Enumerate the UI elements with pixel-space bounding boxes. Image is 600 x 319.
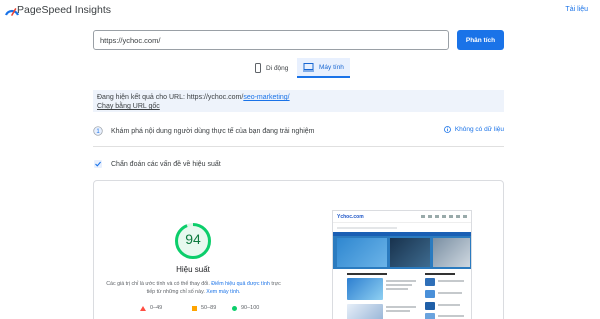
- phone-icon: [255, 63, 261, 73]
- screenshot-text-line: [438, 292, 462, 294]
- top-bar: PageSpeed Insights Tài liệu: [0, 0, 600, 22]
- legend-pass: 90–100: [232, 305, 259, 311]
- screenshot-hero-image: [433, 238, 470, 267]
- screenshot-article-image: [347, 304, 383, 319]
- screenshot-heading: [347, 273, 387, 275]
- triangle-icon: [140, 305, 146, 311]
- diagnostics-section: Chẩn đoán các vấn đề về hiệu suất: [93, 156, 504, 172]
- core-web-vitals-title: Khám phá nội dung người dùng thực tế của…: [111, 127, 315, 135]
- screenshot-text-line: [438, 280, 464, 282]
- circle-icon: [232, 305, 237, 311]
- screenshot-heading: [425, 273, 455, 275]
- screenshot-text-line: [386, 280, 416, 282]
- square-icon: [192, 305, 197, 311]
- screenshot-hero-image: [390, 238, 430, 267]
- screenshot-hero-image: [337, 238, 387, 267]
- url-input[interactable]: [93, 30, 449, 50]
- note-prefix: Các giá trị chỉ là ước tính và có thể th…: [106, 281, 210, 287]
- screenshot-text-line: [386, 288, 408, 290]
- screenshot-header: Ychoc.com: [333, 211, 471, 223]
- core-web-vitals-section: 1 Khám phá nội dung người dùng thực tế c…: [93, 123, 504, 139]
- screenshot-side-image: [425, 290, 435, 298]
- legend-fail: 0–49: [140, 305, 162, 311]
- screenshot-side-image: [425, 302, 435, 310]
- screenshot-article-image: [347, 278, 383, 300]
- screenshot-nav: [421, 215, 467, 218]
- performance-note: Các giá trị chỉ là ước tính và có thể th…: [106, 280, 281, 296]
- analyze-button[interactable]: Phân tích: [457, 30, 504, 50]
- legend-average-label: 50–89: [201, 305, 217, 311]
- view-calculator-link[interactable]: Xem máy tính.: [206, 289, 240, 295]
- screenshot-text-line: [438, 304, 460, 306]
- screenshot-text-line: [386, 310, 410, 312]
- notice-url-link[interactable]: seo-marketing/: [243, 94, 289, 101]
- screenshot-side-image: [425, 313, 435, 319]
- screenshot-side-image: [425, 278, 435, 286]
- legend-average: 50–89: [192, 305, 216, 311]
- tab-mobile-label: Di động: [266, 64, 289, 72]
- screenshot-subnav: [337, 227, 397, 229]
- brand-title[interactable]: PageSpeed Insights: [17, 4, 111, 16]
- screenshot-text-line: [386, 284, 412, 286]
- diagnostics-icon: [93, 159, 103, 169]
- performance-score: 94: [185, 231, 201, 247]
- performance-label: Hiệu suất: [176, 265, 210, 274]
- no-data-link[interactable]: Không có dữ liệu: [443, 126, 504, 133]
- user-experience-icon: 1: [93, 126, 103, 136]
- run-original-url-link[interactable]: Chạy bằng URL gốc: [97, 103, 160, 110]
- diagnostics-title: Chẩn đoán các vấn đề về hiệu suất: [111, 160, 221, 168]
- no-data-label: Không có dữ liệu: [454, 126, 504, 133]
- page-screenshot: Ychoc.com: [332, 210, 472, 319]
- info-icon: [443, 126, 451, 133]
- legend-pass-label: 90–100: [241, 305, 260, 311]
- screenshot-text-line: [386, 306, 416, 308]
- section-divider: [93, 146, 504, 147]
- notice-prefix: Đang hiện kết quả cho URL: https://ychoc…: [97, 94, 244, 101]
- url-notice: Đang hiện kết quả cho URL: https://ychoc…: [93, 90, 504, 112]
- tab-mobile[interactable]: Di động: [249, 58, 294, 78]
- tab-desktop-label: Máy tính: [319, 63, 344, 71]
- screenshot-site-logo: Ychoc.com: [337, 214, 364, 220]
- legend-fail-label: 0–49: [150, 305, 163, 311]
- desktop-icon: [303, 62, 314, 71]
- score-calculation-link[interactable]: Điểm hiệu quả được tính: [211, 281, 270, 287]
- screenshot-text-line: [438, 315, 464, 317]
- docs-link[interactable]: Tài liệu: [565, 6, 588, 13]
- tab-desktop[interactable]: Máy tính: [297, 58, 350, 78]
